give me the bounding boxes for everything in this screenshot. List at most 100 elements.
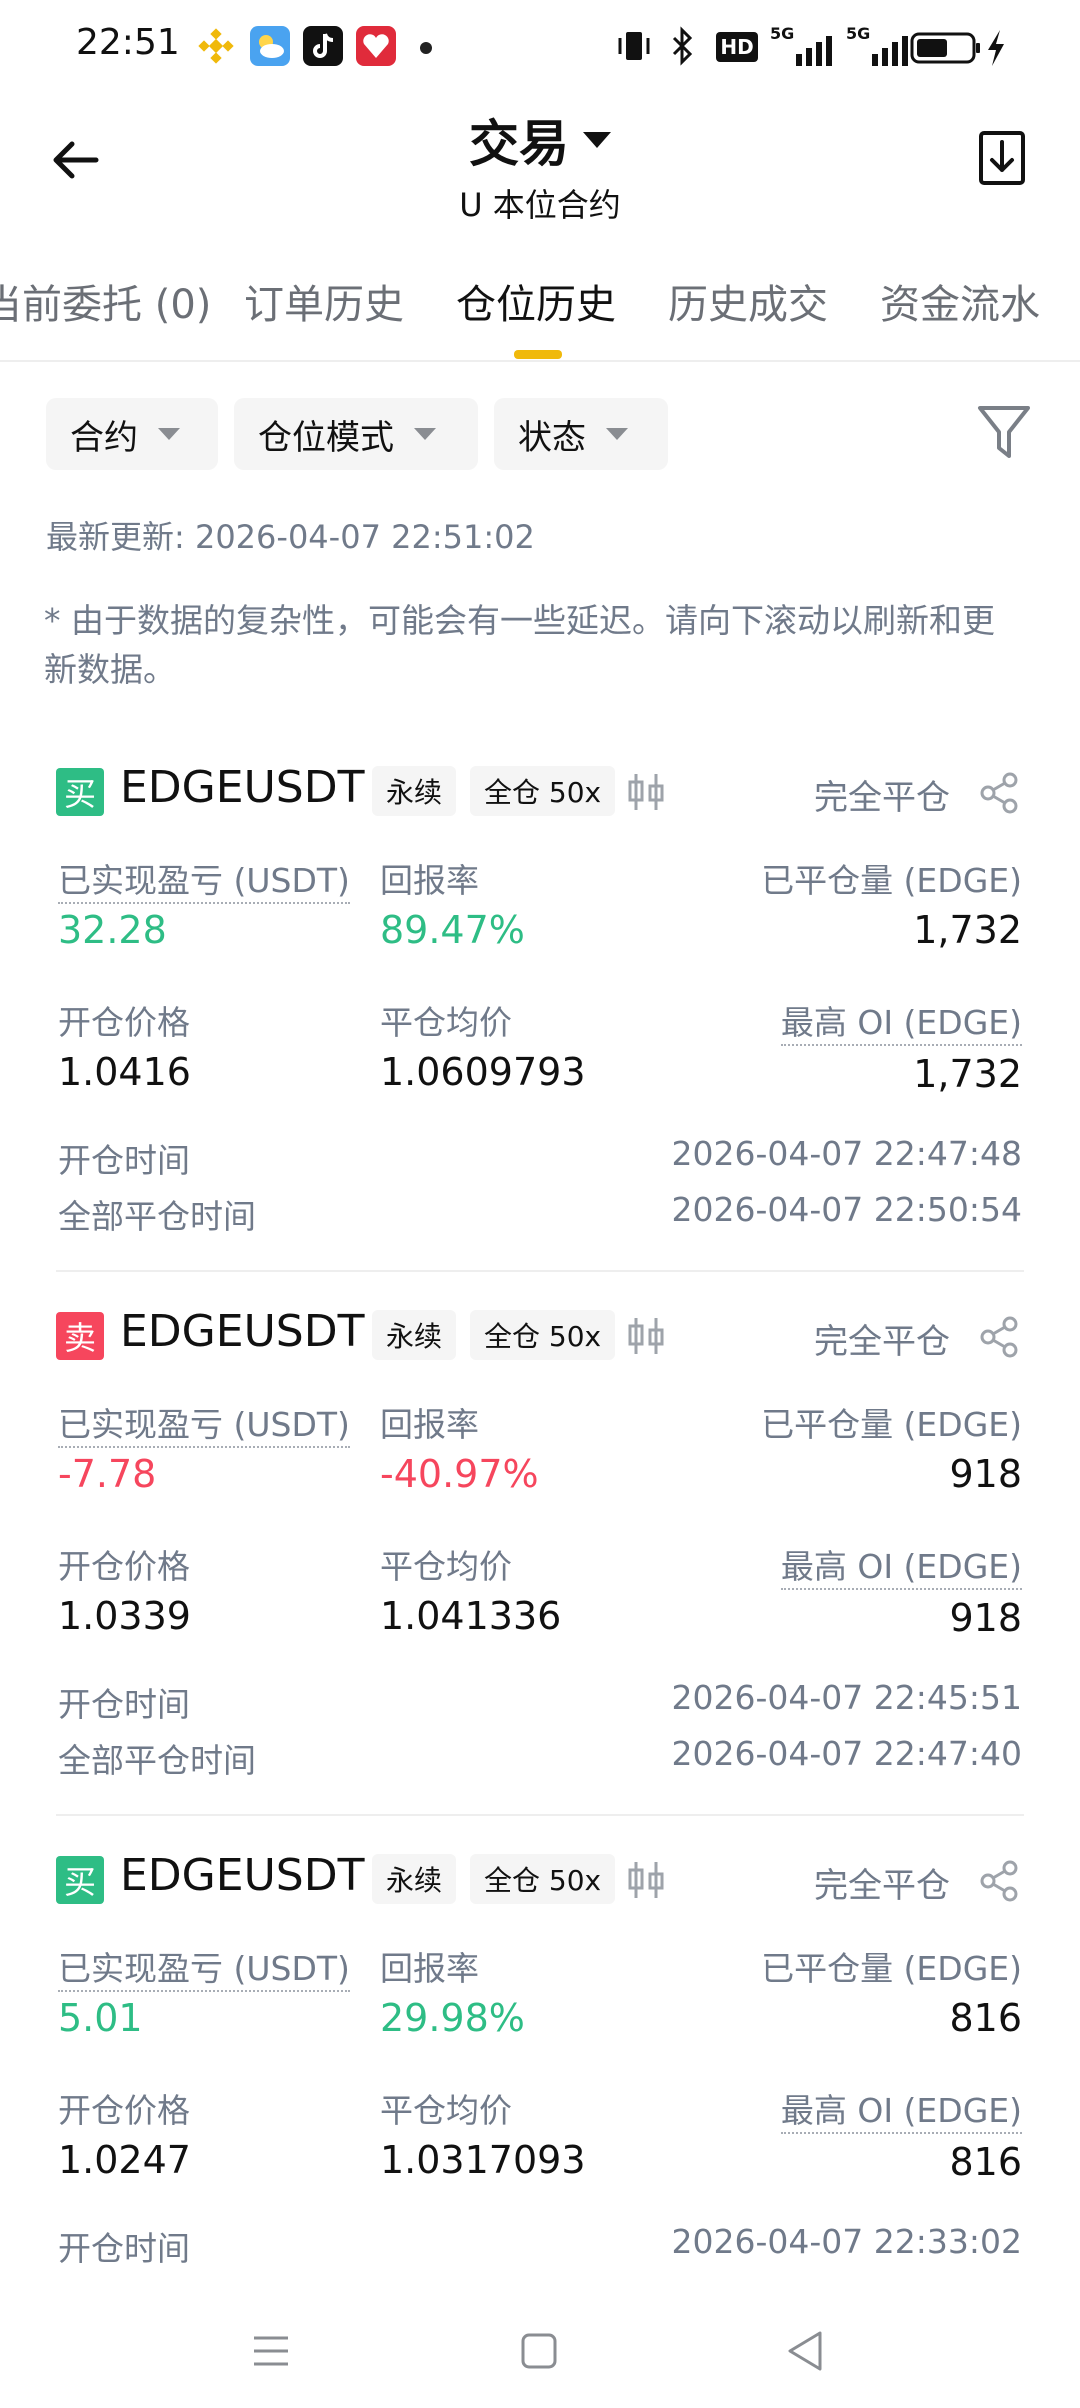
open-time-label: 开仓时间 [58,2229,190,2268]
filter-icon [978,406,1030,458]
max-oi-value: 816 [949,2140,1022,2184]
contract-filter-label: 合约 [70,417,138,458]
contract-type-tag: 永续 [372,1310,457,1360]
hd-icon: HD [716,32,758,62]
chart-button[interactable] [626,770,666,814]
tab-trade-history[interactable]: 历史成交 [668,272,828,330]
divider [56,1270,1024,1272]
margin-tag: 全仓 50x [470,766,616,816]
symbol[interactable]: EDGEUSDT [120,762,364,813]
pnl-value: 32.28 [58,908,167,952]
tab-open-orders[interactable]: 当前委托 (0) [0,272,211,330]
close-avg-value: 1.0317093 [380,2138,586,2182]
close-avg-value: 1.0609793 [380,1050,586,1094]
open-time-value: 2026-04-07 22:45:51 [671,1678,1022,1717]
max-oi-label[interactable]: 最高 OI (EDGE) [780,2091,1022,2134]
open-time-label: 开仓时间 [58,1141,190,1180]
last-updated: 最新更新: 2026-04-07 22:51:02 [46,518,535,556]
status-filter[interactable]: 状态 [494,398,668,470]
margin-tag: 全仓 50x [470,1854,616,1904]
open-price-label: 开仓价格 [58,1547,190,1586]
caret-down-icon [414,428,436,440]
roi-label: 回报率 [380,1949,479,1988]
max-oi-label[interactable]: 最高 OI (EDGE) [780,1547,1022,1590]
signal-5g-icon: 5G [770,24,834,68]
status-filter-label: 状态 [518,417,586,458]
pnl-label[interactable]: 已实现盈亏 (USDT) [58,1949,350,1992]
open-time-value: 2026-04-07 22:33:02 [671,2222,1022,2261]
red-app-icon [356,26,396,66]
contract-filter[interactable]: 合约 [46,398,218,470]
share-button[interactable] [978,1860,1020,1902]
active-tab-indicator [514,350,562,359]
candlestick-icon [628,1318,664,1354]
roi-value: 29.98% [380,1996,525,2040]
open-price-value: 1.0247 [58,2138,191,2182]
caret-down-icon [606,428,628,440]
weather-app-icon [250,26,290,66]
download-icon [979,131,1025,185]
divider [56,1814,1024,1816]
menu-button[interactable] [250,2330,292,2372]
side-badge: 买 [56,1856,104,1904]
bluetooth-icon [668,26,696,66]
close-avg-label: 平仓均价 [380,1547,512,1586]
open-price-label: 开仓价格 [58,1003,190,1042]
menu-icon [254,2336,288,2366]
margin-tag: 全仓 50x [470,1310,616,1360]
back-nav-button[interactable] [784,2328,826,2374]
divider [0,360,1080,362]
page-title-dropdown[interactable]: 交易 [0,104,1080,176]
system-nav-bar [0,2300,1080,2408]
page-subtitle: U 本位合约 [459,186,621,224]
closed-qty-value: 1,732 [913,908,1022,952]
caret-down-icon [158,428,180,440]
open-price-label: 开仓价格 [58,2091,190,2130]
symbol[interactable]: EDGEUSDT [120,1850,364,1901]
open-price-value: 1.0339 [58,1594,191,1638]
open-price-value: 1.0416 [58,1050,191,1094]
download-button[interactable] [978,130,1026,186]
pnl-value: -7.78 [58,1452,157,1496]
pnl-label[interactable]: 已实现盈亏 (USDT) [58,861,350,904]
square-icon [521,2333,557,2369]
tab-position-history[interactable]: 仓位历史 [456,272,616,330]
share-icon [980,772,1018,814]
position-status: 完全平仓 [814,778,950,818]
chevron-down-icon [583,132,611,148]
max-oi-value: 918 [949,1596,1022,1640]
share-button[interactable] [978,1316,1020,1358]
close-time-value: 2026-04-07 22:50:54 [671,1190,1022,1229]
home-button[interactable] [518,2330,560,2372]
share-button[interactable] [978,772,1020,814]
symbol[interactable]: EDGEUSDT [120,1306,364,1357]
candlestick-icon [628,774,664,810]
tab-transaction-history[interactable]: 资金流水 [880,272,1040,330]
pnl-label[interactable]: 已实现盈亏 (USDT) [58,1405,350,1448]
vibrate-icon [616,26,652,66]
triangle-back-icon [788,2331,822,2371]
close-avg-label: 平仓均价 [380,1003,512,1042]
max-oi-label[interactable]: 最高 OI (EDGE) [780,1003,1022,1046]
battery-icon [910,32,982,64]
side-badge: 买 [56,768,104,816]
tab-order-history[interactable]: 订单历史 [244,272,404,330]
position-status: 完全平仓 [814,1866,950,1906]
contract-type-tag: 永续 [372,1854,457,1904]
signal-5g-icon: 5G [846,24,910,68]
binance-app-icon [196,26,236,66]
roi-value: 89.47% [380,908,525,952]
open-time-value: 2026-04-07 22:47:48 [671,1134,1022,1173]
closed-qty-label: 已平仓量 (EDGE) [761,1405,1022,1444]
closed-qty-value: 816 [949,1996,1022,2040]
position-mode-filter[interactable]: 仓位模式 [234,398,478,470]
open-time-label: 开仓时间 [58,1685,190,1724]
close-avg-label: 平仓均价 [380,2091,512,2130]
candlestick-icon [628,1862,664,1898]
roi-value: -40.97% [380,1452,539,1496]
share-icon [980,1316,1018,1358]
position-mode-filter-label: 仓位模式 [258,417,394,458]
chart-button[interactable] [626,1858,666,1902]
chart-button[interactable] [626,1314,666,1358]
filter-button[interactable] [976,402,1032,464]
